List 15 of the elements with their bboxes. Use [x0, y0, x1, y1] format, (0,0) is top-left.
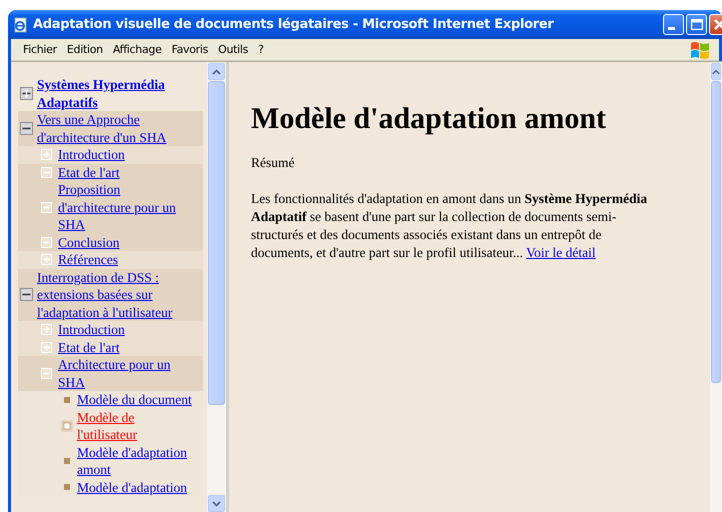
- section-label: Résumé: [251, 154, 296, 172]
- menu-item[interactable]: Affichage: [108, 43, 167, 56]
- menu-item[interactable]: Fichier: [18, 43, 62, 56]
- window-title: Adaptation visuelle de documents légataires - Microsoft Internet Explorer: [33, 17, 555, 32]
- page-heading: Modèle d'adaptation amont: [251, 102, 608, 136]
- tree-link[interactable]: Modèle d'adaptation: [77, 478, 196, 496]
- detail-link[interactable]: Voir le détail: [526, 245, 596, 260]
- tree-link[interactable]: Modèle d'adaptation amont: [77, 444, 203, 478]
- menu-item[interactable]: ?: [253, 43, 269, 56]
- menu-item[interactable]: Edition: [62, 43, 108, 56]
- abstract-text: Les fonctionnalités d'adaptation en amont dans un Système Hypermédia Adaptatif se basent d'une part sur la collection de documents semi-structurés et des documents associés existant dans un entrepôt de documents, et d'autre part sur le profil utilisateur... Voir le détail: [251, 190, 648, 262]
- menu-item[interactable]: Outils: [213, 43, 254, 56]
- menu-item[interactable]: Favoris: [166, 43, 214, 56]
- tree-link[interactable]: Modèle du document: [77, 391, 200, 408]
- tree-link[interactable]: Systèmes Hypermédia Adaptatifs: [37, 76, 203, 111]
